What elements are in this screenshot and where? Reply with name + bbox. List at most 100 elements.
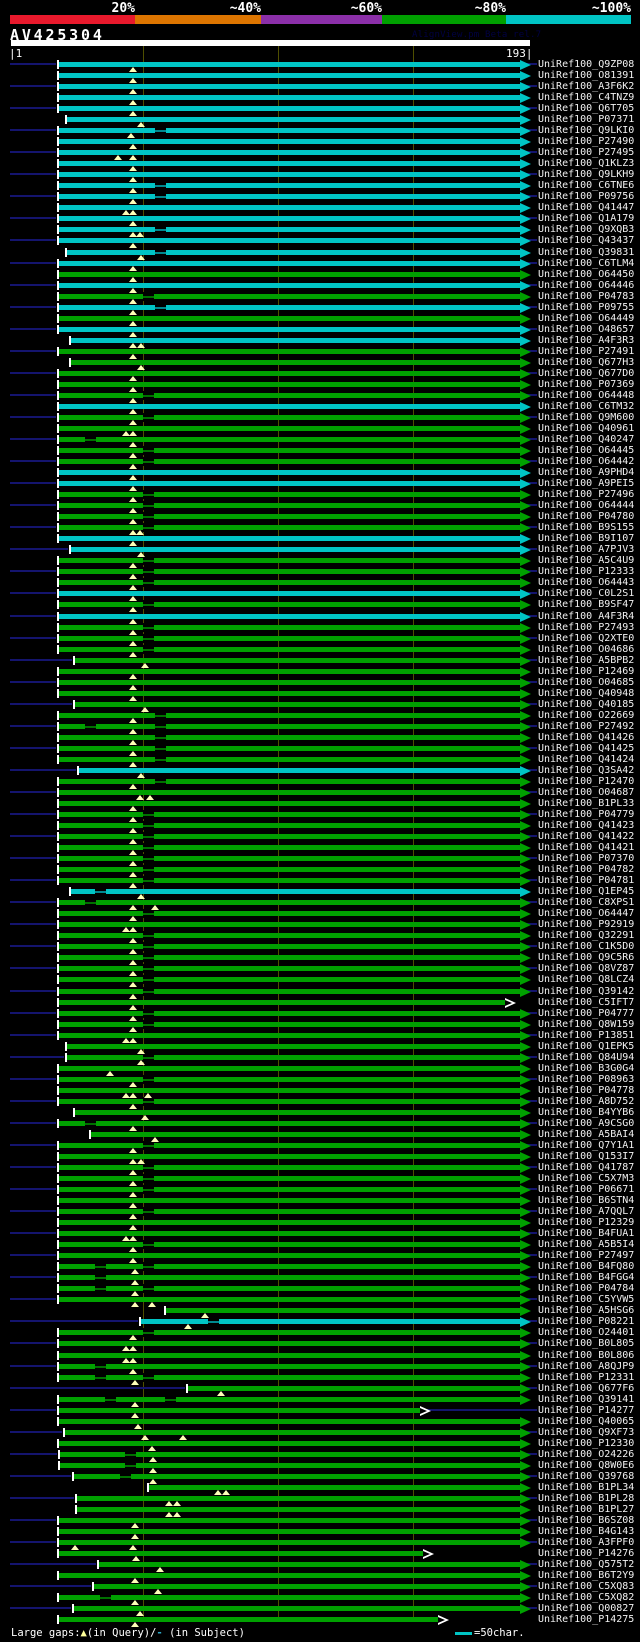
row-label[interactable]: UniRef100_P04781 — [538, 875, 634, 886]
alignment-row[interactable]: UniRef100_Q677F6 — [0, 1383, 640, 1396]
alignment-row[interactable]: UniRef100_P13851 — [0, 1030, 640, 1043]
row-label[interactable]: UniRef100_Q677F6 — [538, 1383, 634, 1394]
alignment-row[interactable]: UniRef100_P12333 — [0, 566, 640, 579]
alignment-row[interactable]: UniRef100_Q41447 — [0, 202, 640, 215]
alignment-row[interactable]: UniRef100_O24401 — [0, 1327, 640, 1340]
row-label[interactable]: UniRef100_C4TNZ9 — [538, 92, 634, 103]
alignment-row[interactable]: UniRef100_P12469 — [0, 666, 640, 679]
alignment-row[interactable]: UniRef100_Q39142 — [0, 986, 640, 999]
alignment-bar[interactable] — [165, 1308, 520, 1313]
alignment-row[interactable]: UniRef100_P27491 — [0, 346, 640, 359]
alignment-row[interactable]: UniRef100_P27492 — [0, 721, 640, 734]
row-label[interactable]: UniRef100_A5BPB2 — [538, 655, 634, 666]
row-label[interactable]: UniRef100_P04780 — [538, 511, 634, 522]
alignment-row[interactable]: UniRef100_C8XPS1 — [0, 897, 640, 910]
alignment-row[interactable]: UniRef100_O04687 — [0, 787, 640, 800]
row-label[interactable]: UniRef100_A3FPF0 — [538, 1537, 634, 1548]
row-label[interactable]: UniRef100_P09756 — [538, 191, 634, 202]
alignment-row[interactable]: UniRef100_B6T2Y9 — [0, 1570, 640, 1583]
row-label[interactable]: UniRef100_O64447 — [538, 908, 634, 919]
row-label[interactable]: UniRef100_Q43437 — [538, 235, 634, 246]
alignment-bar[interactable] — [58, 1066, 520, 1071]
row-label[interactable]: UniRef100_P12331 — [538, 1372, 634, 1383]
alignment-row[interactable]: UniRef100_C5XQ82 — [0, 1592, 640, 1605]
alignment-bar[interactable] — [58, 316, 520, 321]
alignment-row[interactable]: UniRef100_A8D752 — [0, 1096, 640, 1109]
alignment-bar[interactable] — [58, 238, 520, 243]
alignment-row[interactable]: UniRef100_P09755 — [0, 302, 640, 315]
row-label[interactable]: UniRef100_B0L805 — [538, 1338, 634, 1349]
alignment-bar[interactable] — [58, 1441, 520, 1446]
alignment-bar[interactable] — [58, 172, 520, 177]
row-label[interactable]: UniRef100_P04778 — [538, 1085, 634, 1096]
row-label[interactable]: UniRef100_A9CSG0 — [538, 1118, 634, 1129]
alignment-row[interactable]: UniRef100_A5C4U9 — [0, 555, 640, 568]
row-label[interactable]: UniRef100_Q9ZP08 — [538, 59, 634, 70]
alignment-row[interactable]: UniRef100_Q677H3 — [0, 357, 640, 370]
row-label[interactable]: UniRef100_O64443 — [538, 577, 634, 588]
row-label[interactable]: UniRef100_Q40065 — [538, 1416, 634, 1427]
row-label[interactable]: UniRef100_P12469 — [538, 666, 634, 677]
alignment-row[interactable]: UniRef100_Q41426 — [0, 732, 640, 745]
alignment-bar[interactable] — [58, 1617, 438, 1622]
row-label[interactable]: UniRef100_P04779 — [538, 809, 634, 820]
alignment-bar[interactable] — [58, 1000, 505, 1005]
alignment-row[interactable]: UniRef100_P12470 — [0, 776, 640, 789]
row-label[interactable]: UniRef100_C5XQ82 — [538, 1592, 634, 1603]
alignment-bar[interactable] — [58, 393, 520, 398]
alignment-row[interactable]: UniRef100_Q9XF73 — [0, 1427, 640, 1440]
alignment-bar[interactable] — [58, 415, 520, 420]
alignment-bar[interactable] — [58, 845, 520, 850]
alignment-row[interactable]: UniRef100_Q3SA42 — [0, 765, 640, 778]
alignment-bar[interactable] — [58, 878, 520, 883]
alignment-row[interactable]: UniRef100_C6TLM4 — [0, 258, 640, 271]
row-label[interactable]: UniRef100_Q677H3 — [538, 357, 634, 368]
row-label[interactable]: UniRef100_P08221 — [538, 1316, 634, 1327]
alignment-row[interactable]: UniRef100_P12330 — [0, 1438, 640, 1451]
row-label[interactable]: UniRef100_O64448 — [538, 390, 634, 401]
alignment-bar[interactable] — [58, 525, 520, 530]
alignment-bar[interactable] — [58, 647, 520, 652]
row-label[interactable]: UniRef100_O04687 — [538, 787, 634, 798]
alignment-bar[interactable] — [66, 1044, 520, 1049]
row-label[interactable]: UniRef100_Q40948 — [538, 688, 634, 699]
alignment-bar[interactable] — [58, 1187, 520, 1192]
row-label[interactable]: UniRef100_O64450 — [538, 269, 634, 280]
row-label[interactable]: UniRef100_O64444 — [538, 500, 634, 511]
alignment-row[interactable]: UniRef100_Q1A179 — [0, 213, 640, 226]
alignment-row[interactable]: UniRef100_Q41423 — [0, 820, 640, 833]
row-label[interactable]: UniRef100_P04784 — [538, 1283, 634, 1294]
alignment-bar[interactable] — [58, 294, 520, 299]
alignment-row[interactable]: UniRef100_P12331 — [0, 1372, 640, 1385]
alignment-row[interactable]: UniRef100_P08963 — [0, 1074, 640, 1087]
alignment-row[interactable]: UniRef100_Q6T705 — [0, 103, 640, 116]
alignment-row[interactable]: UniRef100_Q575T2 — [0, 1559, 640, 1572]
alignment-bar[interactable] — [58, 139, 520, 144]
alignment-row[interactable]: UniRef100_P27490 — [0, 136, 640, 149]
row-label[interactable]: UniRef100_Q1EP45 — [538, 886, 634, 897]
alignment-bar[interactable] — [58, 470, 520, 475]
alignment-row[interactable]: UniRef100_P07370 — [0, 853, 640, 866]
alignment-row[interactable]: UniRef100_O64443 — [0, 577, 640, 590]
alignment-row[interactable]: UniRef100_C4TNZ9 — [0, 92, 640, 105]
alignment-row[interactable]: UniRef100_P08221 — [0, 1316, 640, 1329]
alignment-bar[interactable] — [58, 790, 520, 795]
alignment-bar[interactable] — [58, 1220, 520, 1225]
alignment-row[interactable]: UniRef100_B4YYB6 — [0, 1107, 640, 1120]
row-label[interactable]: UniRef100_B3G0G4 — [538, 1063, 634, 1074]
alignment-bar[interactable] — [58, 1551, 423, 1556]
alignment-row[interactable]: UniRef100_Q00827 — [0, 1603, 640, 1616]
row-label[interactable]: UniRef100_Q3SA42 — [538, 765, 634, 776]
alignment-row[interactable]: UniRef100_C1K5D0 — [0, 941, 640, 954]
alignment-row[interactable]: UniRef100_B0L806 — [0, 1350, 640, 1363]
alignment-bar[interactable] — [66, 1055, 520, 1060]
alignment-row[interactable]: UniRef100_A9PHD4 — [0, 467, 640, 480]
alignment-row[interactable]: UniRef100_Q32291 — [0, 930, 640, 943]
row-label[interactable]: UniRef100_Q39768 — [538, 1471, 634, 1482]
alignment-bar[interactable] — [58, 1165, 520, 1170]
alignment-bar[interactable] — [58, 382, 520, 387]
alignment-row[interactable]: UniRef100_B0L805 — [0, 1338, 640, 1351]
alignment-bar[interactable] — [58, 305, 520, 310]
row-label[interactable]: UniRef100_Q9LKH9 — [538, 169, 634, 180]
row-label[interactable]: UniRef100_C8XPS1 — [538, 897, 634, 908]
